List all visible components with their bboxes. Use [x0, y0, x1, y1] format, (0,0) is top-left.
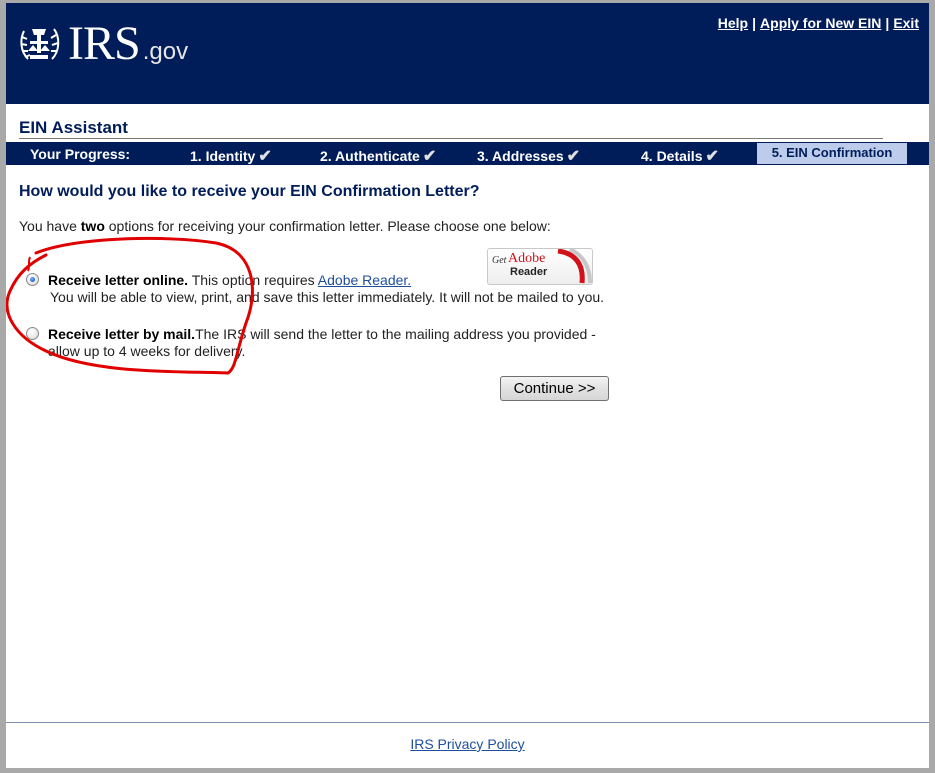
get-adobe-reader-badge[interactable]: Get Adobe Reader: [487, 248, 593, 285]
step-label: 3. Addresses: [477, 148, 564, 164]
checkmark-icon: ✔: [422, 148, 437, 165]
step-label: 2. Authenticate: [320, 148, 420, 164]
option-online-desc: This option requires: [188, 272, 318, 288]
option-mail-title: Receive letter by mail.: [48, 326, 196, 342]
option-online-title: Receive letter online.: [48, 272, 189, 288]
continue-button[interactable]: Continue >>: [500, 376, 609, 401]
intro-before: You have: [19, 218, 81, 234]
irs-logo[interactable]: IRS .gov: [16, 17, 189, 70]
option-mail-line2: allow up to 4 weeks for delivery.: [48, 343, 246, 359]
help-link[interactable]: Help: [718, 15, 748, 31]
red-annotation-circle: [6, 236, 254, 375]
progress-step-authenticate: 2. Authenticate ✔: [320, 146, 436, 166]
logo-irs-text: IRS: [68, 17, 141, 70]
option-online-line2: You will be able to view, print, and sav…: [50, 289, 605, 305]
adobe-swoosh-icon: [557, 249, 592, 284]
exit-link[interactable]: Exit: [893, 15, 919, 31]
site-header: IRS .gov Help | Apply for New EIN | Exit: [6, 3, 929, 104]
checkmark-icon: ✔: [705, 148, 719, 165]
radio-mail[interactable]: [26, 327, 39, 340]
footer: IRS Privacy Policy: [6, 736, 929, 752]
page: IRS .gov Help | Apply for New EIN | Exit EIN…: [6, 3, 929, 768]
progress-step-ein-confirmation: 5. EIN Confirmation: [757, 143, 907, 164]
option-mail-text: Receive letter by mail.The IRS will send…: [48, 326, 596, 360]
checkmark-icon: ✔: [566, 148, 581, 165]
step-label: 1. Identity: [190, 148, 256, 164]
apply-new-ein-link[interactable]: Apply for New EIN: [760, 15, 881, 31]
progress-label: Your Progress:: [30, 146, 131, 162]
radio-online[interactable]: [26, 273, 39, 286]
footer-divider: [6, 722, 929, 723]
irs-eagle-icon: [20, 28, 60, 60]
logo-gov-text: .gov: [142, 38, 189, 65]
progress-step-addresses: 3. Addresses ✔: [477, 146, 580, 166]
progress-step-details: 4. Details ✔: [641, 146, 719, 166]
progress-step-identity: 1. Identity ✔: [190, 146, 272, 166]
page-question: How would you like to receive your EIN C…: [19, 183, 480, 200]
checkmark-icon: ✔: [258, 148, 272, 165]
badge-adobe-text: Adobe: [508, 251, 546, 266]
intro-bold: two: [80, 218, 105, 234]
progress-bar: Your Progress: 1. Identity ✔ 2. Authentic…: [6, 142, 929, 165]
privacy-policy-link[interactable]: IRS Privacy Policy: [410, 736, 524, 752]
option-mail-desc: The IRS will send the letter to the mail…: [195, 326, 596, 342]
badge-get-text: Get: [492, 255, 507, 266]
intro-text: You have two options for receiving your …: [19, 218, 551, 234]
adobe-reader-link[interactable]: Adobe Reader.: [318, 272, 411, 288]
top-links: Help | Apply for New EIN | Exit: [718, 15, 919, 31]
step-label: 4. Details: [641, 148, 703, 164]
title-divider: [19, 138, 883, 139]
link-separator: |: [885, 15, 890, 31]
badge-reader-text: Reader: [510, 266, 548, 278]
link-separator: |: [752, 15, 757, 31]
app-title: EIN Assistant: [19, 118, 128, 137]
intro-after: options for receiving your confirmation …: [104, 218, 551, 234]
